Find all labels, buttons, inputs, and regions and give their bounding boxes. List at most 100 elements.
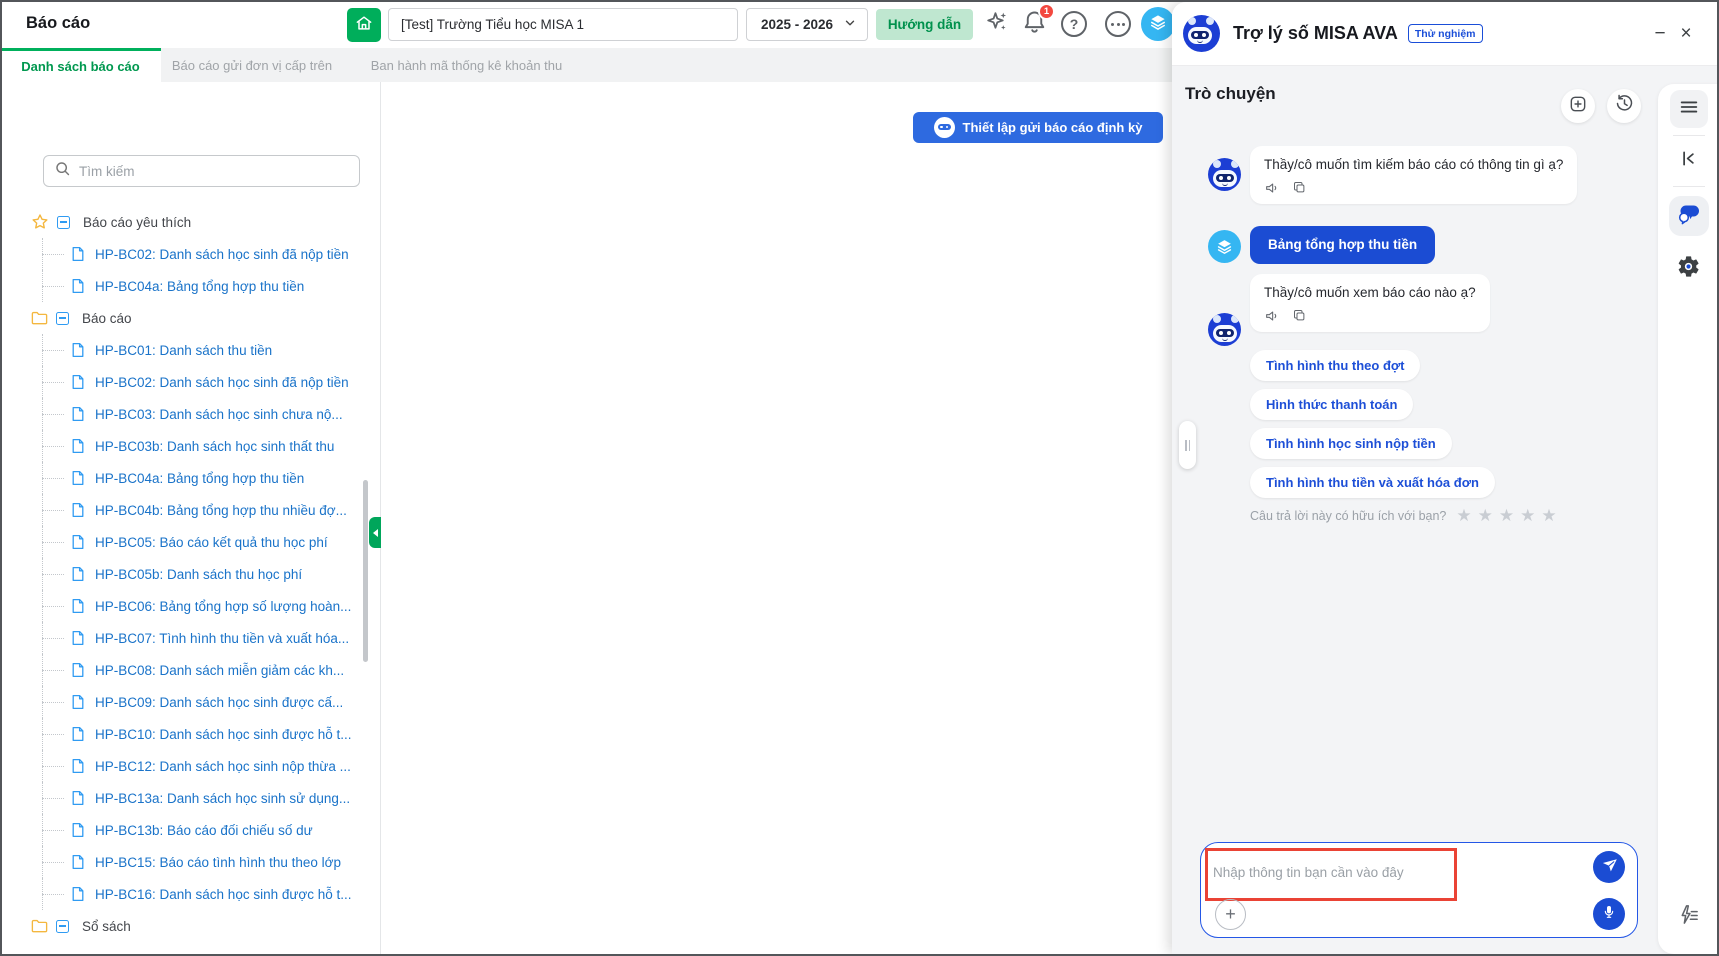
tree-item-row[interactable]: HP-BC12: Danh sách học sinh nộp thừa ...: [0, 750, 366, 782]
collapse-left-panel-button[interactable]: [369, 517, 381, 548]
help-button[interactable]: ?: [1060, 10, 1088, 38]
chat-tab-button[interactable]: [1668, 196, 1709, 236]
new-chat-button[interactable]: [1561, 89, 1595, 123]
tree-item-row[interactable]: HP-BC13a: Danh sách học sinh sử dụng...: [0, 782, 366, 814]
tree-guide-line: [42, 510, 64, 511]
tree-item-row[interactable]: HP-BC16: Danh sách học sinh được hỗ t...: [0, 878, 366, 910]
speaker-icon[interactable]: [1264, 180, 1280, 196]
setup-periodic-report-button[interactable]: Thiết lập gửi báo cáo định kỳ: [913, 112, 1163, 143]
minimize-button[interactable]: −: [1647, 21, 1673, 47]
tree-item-label: HP-BC05b: Danh sách thu học phí: [95, 566, 303, 582]
notifications-button[interactable]: 1: [1020, 3, 1055, 38]
settings-button[interactable]: [1674, 254, 1704, 284]
menu-button[interactable]: [1669, 90, 1708, 128]
file-icon: [70, 246, 86, 262]
tab-bao-cao-gui-don-vi[interactable]: Báo cáo gửi đơn vị cấp trên: [161, 48, 343, 82]
close-button[interactable]: ×: [1673, 21, 1699, 47]
rating-star[interactable]: ★: [1456, 506, 1477, 525]
school-selector[interactable]: [Test] Trường Tiểu học MISA 1: [388, 8, 738, 41]
ai-sparkle-button[interactable]: [982, 10, 1010, 38]
rating-star[interactable]: ★: [1499, 506, 1520, 525]
collapse-toggle-icon[interactable]: [56, 311, 69, 325]
search-input[interactable]: [79, 163, 349, 179]
file-icon: [70, 726, 86, 742]
tree-scrollbar[interactable]: [363, 480, 368, 662]
tree-guide-line: [42, 894, 64, 895]
tree-item-row[interactable]: HP-BC07: Tình hình thu tiền và xuất hóa.…: [0, 622, 366, 654]
rating-star[interactable]: ★: [1541, 506, 1562, 525]
speaker-icon[interactable]: [1264, 308, 1280, 324]
send-button[interactable]: [1593, 851, 1625, 883]
quick-replies: Tình hình thu theo đợt Hình thức thanh to…: [1250, 350, 1495, 498]
tree-item-row[interactable]: HP-BC02: Danh sách học sinh đã nộp tiền: [0, 366, 366, 398]
chat-history-button[interactable]: [1607, 89, 1641, 123]
collapse-left-icon: [1678, 148, 1699, 174]
chat-header: Trợ lý số MISA AVA Thử nghiệm − ×: [1172, 2, 1719, 66]
attach-button[interactable]: +: [1215, 899, 1246, 930]
quick-reply-button[interactable]: Tình hình học sinh nộp tiền: [1250, 428, 1452, 459]
tree-item-row[interactable]: HP-BC01: Danh sách thu tiền: [0, 334, 366, 366]
tree-group-row[interactable]: Sổ sách: [0, 910, 366, 942]
tree-guide-line: [42, 606, 64, 607]
quick-actions-button[interactable]: [1674, 902, 1704, 932]
tree-item-label: HP-BC07: Tình hình thu tiền và xuất hóa.…: [95, 630, 350, 646]
tree-item-row[interactable]: HP-BC13b: Báo cáo đối chiếu số dư: [0, 814, 366, 846]
mic-button[interactable]: [1593, 898, 1625, 930]
copy-icon[interactable]: [1292, 308, 1307, 324]
tree-item-row[interactable]: HP-BC03b: Danh sách học sinh thất thu: [0, 430, 366, 462]
school-year-select[interactable]: 2025 - 2026: [746, 8, 868, 41]
tree-guide-line: [42, 702, 64, 703]
tree-item-label: HP-BC02: Danh sách học sinh đã nộp tiền: [95, 246, 349, 262]
tree-item-row[interactable]: HP-BC06: Bảng tổng hợp số lượng hoàn...: [0, 590, 366, 622]
rating-stars: ★★★★★: [1456, 506, 1562, 526]
tree-group-row[interactable]: Báo cáo yêu thích: [0, 206, 366, 238]
tree-guide-line: [42, 670, 64, 671]
home-button[interactable]: [347, 8, 381, 42]
tree-item-row[interactable]: HP-BC04b: Bảng tổng hợp thu nhiều đợ...: [0, 494, 366, 526]
tab-ban-hanh-ma-thong-ke[interactable]: Ban hành mã thống kê khoản thu: [343, 48, 590, 82]
quick-reply-button[interactable]: Hình thức thanh toán: [1250, 389, 1414, 420]
quick-reply-button[interactable]: Tình hình thu tiền và xuất hóa đơn: [1250, 467, 1495, 498]
guide-button[interactable]: Hướng dẫn: [876, 9, 973, 40]
collapse-toggle-icon[interactable]: [57, 215, 70, 229]
bot-message-text: Thầy/cô muốn tìm kiếm báo cáo có thông t…: [1264, 157, 1564, 172]
tree-item-row[interactable]: HP-BC02: Danh sách học sinh đã nộp tiền: [0, 238, 366, 270]
misa-ava-chat-panel: Trợ lý số MISA AVA Thử nghiệm − × Trò ch…: [1172, 2, 1719, 954]
tree-item-row[interactable]: HP-BC05: Báo cáo kết quả thu học phí: [0, 526, 366, 558]
tree-item-row[interactable]: HP-BC08: Danh sách miễn giảm các kh...: [0, 654, 366, 686]
tree-item-label: HP-BC03: Danh sách học sinh chưa nộ...: [95, 406, 343, 422]
tree-item-row[interactable]: HP-BC09: Danh sách học sinh được cấ...: [0, 686, 366, 718]
tree-item-row[interactable]: HP-BC04a: Bảng tổng hợp thu tiền: [0, 462, 366, 494]
quick-reply-button[interactable]: Tình hình thu theo đợt: [1250, 350, 1421, 381]
file-icon: [70, 502, 86, 518]
rating-star[interactable]: ★: [1478, 506, 1499, 525]
tree-item-row[interactable]: HP-BC10: Danh sách học sinh được hỗ t...: [0, 718, 366, 750]
chat-message-input[interactable]: [1213, 851, 1473, 893]
tree-group-row[interactable]: Báo cáo: [0, 302, 366, 334]
file-icon: [70, 470, 86, 486]
copy-icon[interactable]: [1292, 180, 1307, 196]
tree-guide-line: [42, 446, 64, 447]
tree-item-row[interactable]: HP-BC15: Báo cáo tình hình thu theo lớp: [0, 846, 366, 878]
ava-bot-icon: [933, 117, 955, 138]
tree-item-label: HP-BC09: Danh sách học sinh được cấ...: [95, 694, 344, 710]
tab-danh-sach-bao-cao[interactable]: Danh sách báo cáo: [0, 48, 161, 82]
tree-item-row[interactable]: HP-BC03: Danh sách học sinh chưa nộ...: [0, 398, 366, 430]
panel-resize-handle[interactable]: [1179, 421, 1196, 469]
send-icon: [1601, 856, 1618, 878]
bot-message-text: Thầy/cô muốn xem báo cáo nào ạ?: [1264, 285, 1476, 300]
more-options-button[interactable]: [1104, 10, 1132, 38]
layers-icon: [1208, 230, 1241, 263]
tree-item-row[interactable]: HP-BC04a: Bảng tổng hợp thu tiền: [0, 270, 366, 302]
file-icon: [70, 662, 86, 678]
collapse-toggle-icon[interactable]: [56, 919, 69, 933]
rating-star[interactable]: ★: [1520, 506, 1541, 525]
tree-group-label: Báo cáo: [82, 310, 132, 326]
tree-item-row[interactable]: HP-BC05b: Danh sách thu học phí: [0, 558, 366, 590]
user-avatar[interactable]: [1141, 7, 1175, 41]
rating-prompt: Câu trả lời này có hữu ích với bạn?: [1250, 509, 1447, 523]
new-chat-icon: [1568, 94, 1588, 119]
collapse-panel-button[interactable]: [1674, 146, 1704, 176]
report-search-box[interactable]: [43, 155, 360, 187]
bot-avatar: [1208, 313, 1241, 346]
